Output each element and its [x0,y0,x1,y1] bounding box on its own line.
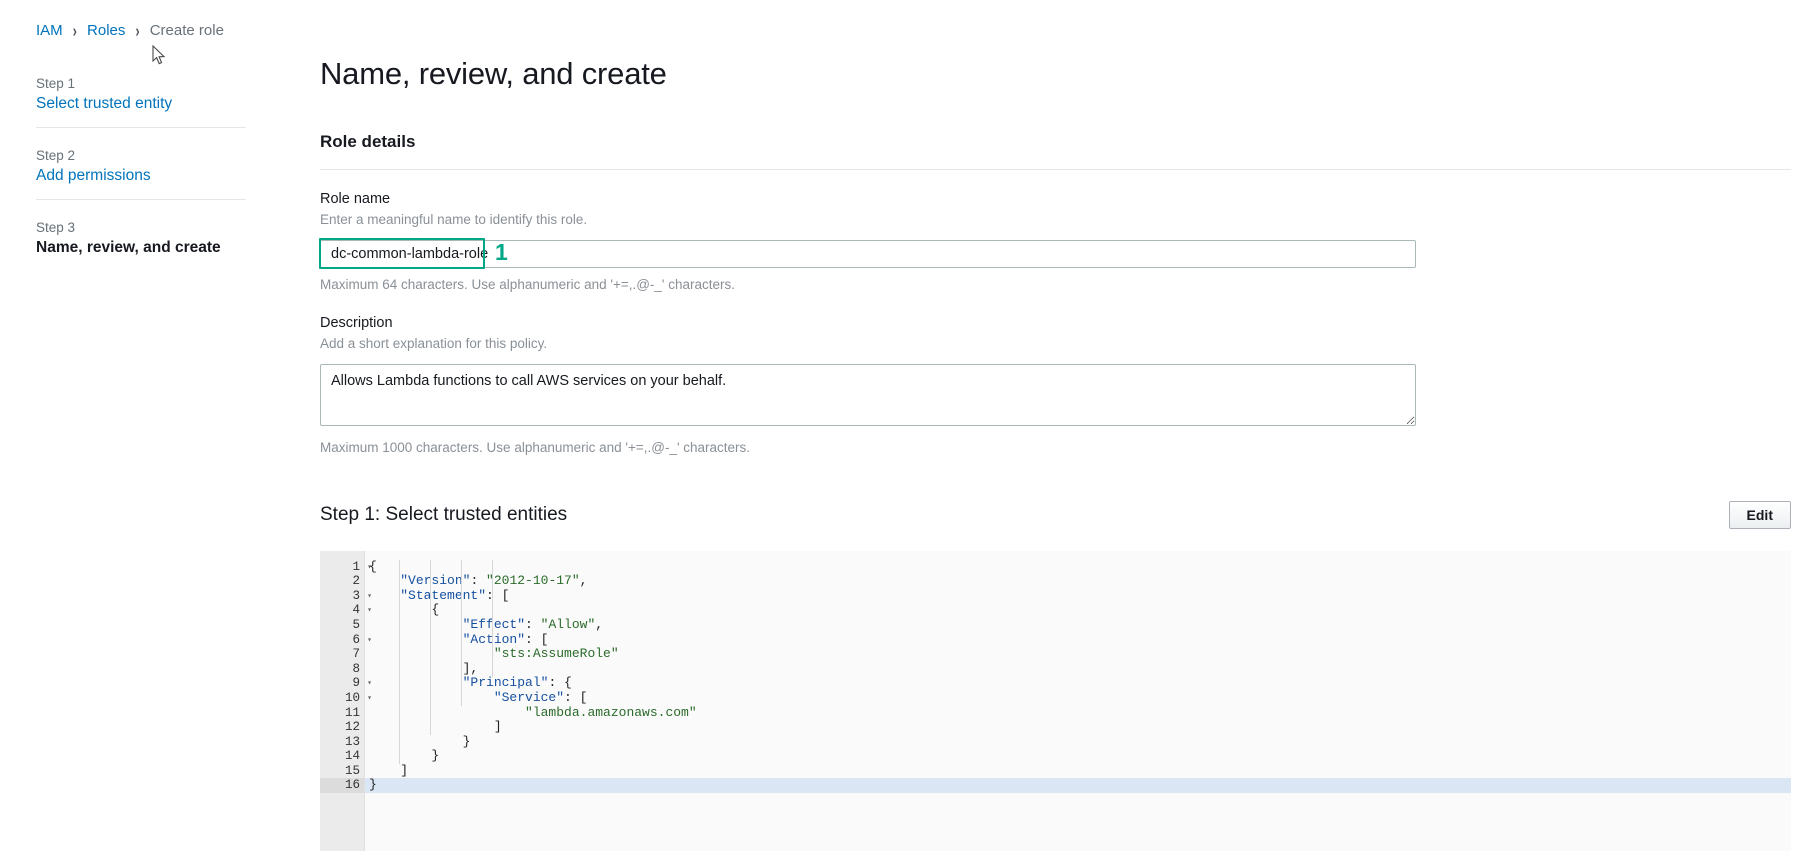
description-hint: Maximum 1000 characters. Use alphanumeri… [320,440,751,456]
sidebar-step-2[interactable]: Step 2 Add permissions [36,142,246,199]
trust-policy-code-editor[interactable]: 1 ▾ 2 3 ▾ 4 ▾ 5 6 ▾ 7 8 9 ▾ 10 ▾ 11 12 13 14 15 16 { "Version… [320,550,1791,851]
description-field: Description Add a short explanation for … [320,314,1791,457]
step-divider [36,127,246,128]
role-name-hint: Maximum 64 characters. Use alphanumeric … [320,277,736,293]
role-name-field: Role name Enter a meaningful name to ide… [319,190,1791,294]
chevron-right-icon: › [135,20,140,41]
step-divider [36,199,246,200]
editor-code-line: ] [493,719,502,735]
editor-line-number: 12 [344,720,360,735]
step1-review-header: Step 1: Select trusted entities Edit [320,500,1791,529]
breadcrumb: IAM › Roles › Create role [36,20,224,41]
role-name-label: Role name [320,191,391,207]
mouse-cursor-icon [152,45,166,65]
edit-button[interactable]: Edit [1728,500,1791,529]
editor-line-number: 5 [352,617,360,632]
role-name-input[interactable] [320,240,1416,269]
description-textarea-row [320,364,1791,431]
editor-code-line: } [431,748,440,764]
editor-code-area[interactable]: { "Version": "2012-10-17", "Statement": … [364,550,1791,851]
editor-code-line: "Effect": "Allow", [462,616,604,632]
wizard-steps-sidebar: Step 1 Select trusted entity Step 2 Add … [36,70,246,271]
editor-line-number: 13 [344,734,360,749]
editor-line-number: 4 ▾ [352,603,372,618]
create-role-page: IAM › Roles › Create role Step 1 Select … [0,0,1819,851]
editor-code-line: "Statement": [ [400,587,510,603]
description-description: Add a short explanation for this policy. [320,336,548,352]
editor-code-line: "Action": [ [462,631,549,647]
editor-code-line: } [365,778,1791,794]
editor-indent-guide [492,559,493,678]
step-1-number: Step 1 [36,76,76,91]
editor-code-line: { [369,558,377,574]
step-3-number: Step 3 [36,220,76,235]
sidebar-step-link-select-trusted-entity[interactable]: Select trusted entity [36,95,246,113]
editor-line-number-gutter: 1 ▾ 2 3 ▾ 4 ▾ 5 6 ▾ 7 8 9 ▾ 10 ▾ 11 12 13 14 15 16 [320,550,372,851]
editor-code-line: "Service": [ [493,689,588,705]
editor-line-number: 7 [352,647,360,662]
editor-line-number: 6 ▾ [352,632,372,647]
page-title: Name, review, and create [320,56,667,91]
editor-line-number: 15 [344,763,360,778]
editor-line-number: 10 ▾ [344,690,372,705]
editor-line-number: 9 ▾ [352,676,372,691]
sidebar-step-1[interactable]: Step 1 Select trusted entity [36,70,246,127]
editor-code-line: "lambda.amazonaws.com" [525,704,697,720]
breadcrumb-item-create-role: Create role [149,22,224,39]
editor-indent-guide [461,559,462,707]
editor-code-line: ], [462,660,479,676]
editor-line-number: 14 [344,749,360,764]
step1-review-title: Step 1: Select trusted entities [320,503,568,525]
role-name-input-row: 1 [319,238,1791,270]
editor-indent-guide [399,559,400,765]
role-name-description: Enter a meaningful name to identify this… [320,211,588,227]
editor-line-number: 1 ▾ [352,559,372,574]
breadcrumb-item-iam[interactable]: IAM [36,22,63,39]
editor-code-line: ] [400,762,409,778]
description-label: Description [320,315,393,332]
editor-code-line: } [462,733,471,749]
sidebar-step-3: Step 3 Name, review, and create [36,214,246,271]
chevron-right-icon: › [72,20,78,41]
breadcrumb-item-roles[interactable]: Roles [87,22,125,39]
editor-code-line: { [431,602,440,618]
editor-line-number: 2 [352,574,360,589]
sidebar-step-link-add-permissions[interactable]: Add permissions [36,167,246,185]
sidebar-step-current-name-review-create: Name, review, and create [36,239,221,256]
section-divider [320,169,1791,170]
role-details-heading: Role details [320,132,416,151]
step-2-number: Step 2 [36,148,76,163]
editor-code-line: "sts:AssumeRole" [493,646,619,662]
editor-line-number: 11 [344,705,360,720]
editor-line-number: 16 [320,778,364,794]
editor-code-line: "Principal": { [462,675,572,691]
description-textarea[interactable] [320,364,1416,427]
main-content: Name, review, and create Role details Ro… [319,56,1791,851]
editor-indent-guide [430,559,431,736]
editor-line-number: 8 [352,661,360,676]
editor-line-number: 3 ▾ [352,588,372,603]
editor-code-line: "Version": "2012-10-17", [400,573,588,589]
